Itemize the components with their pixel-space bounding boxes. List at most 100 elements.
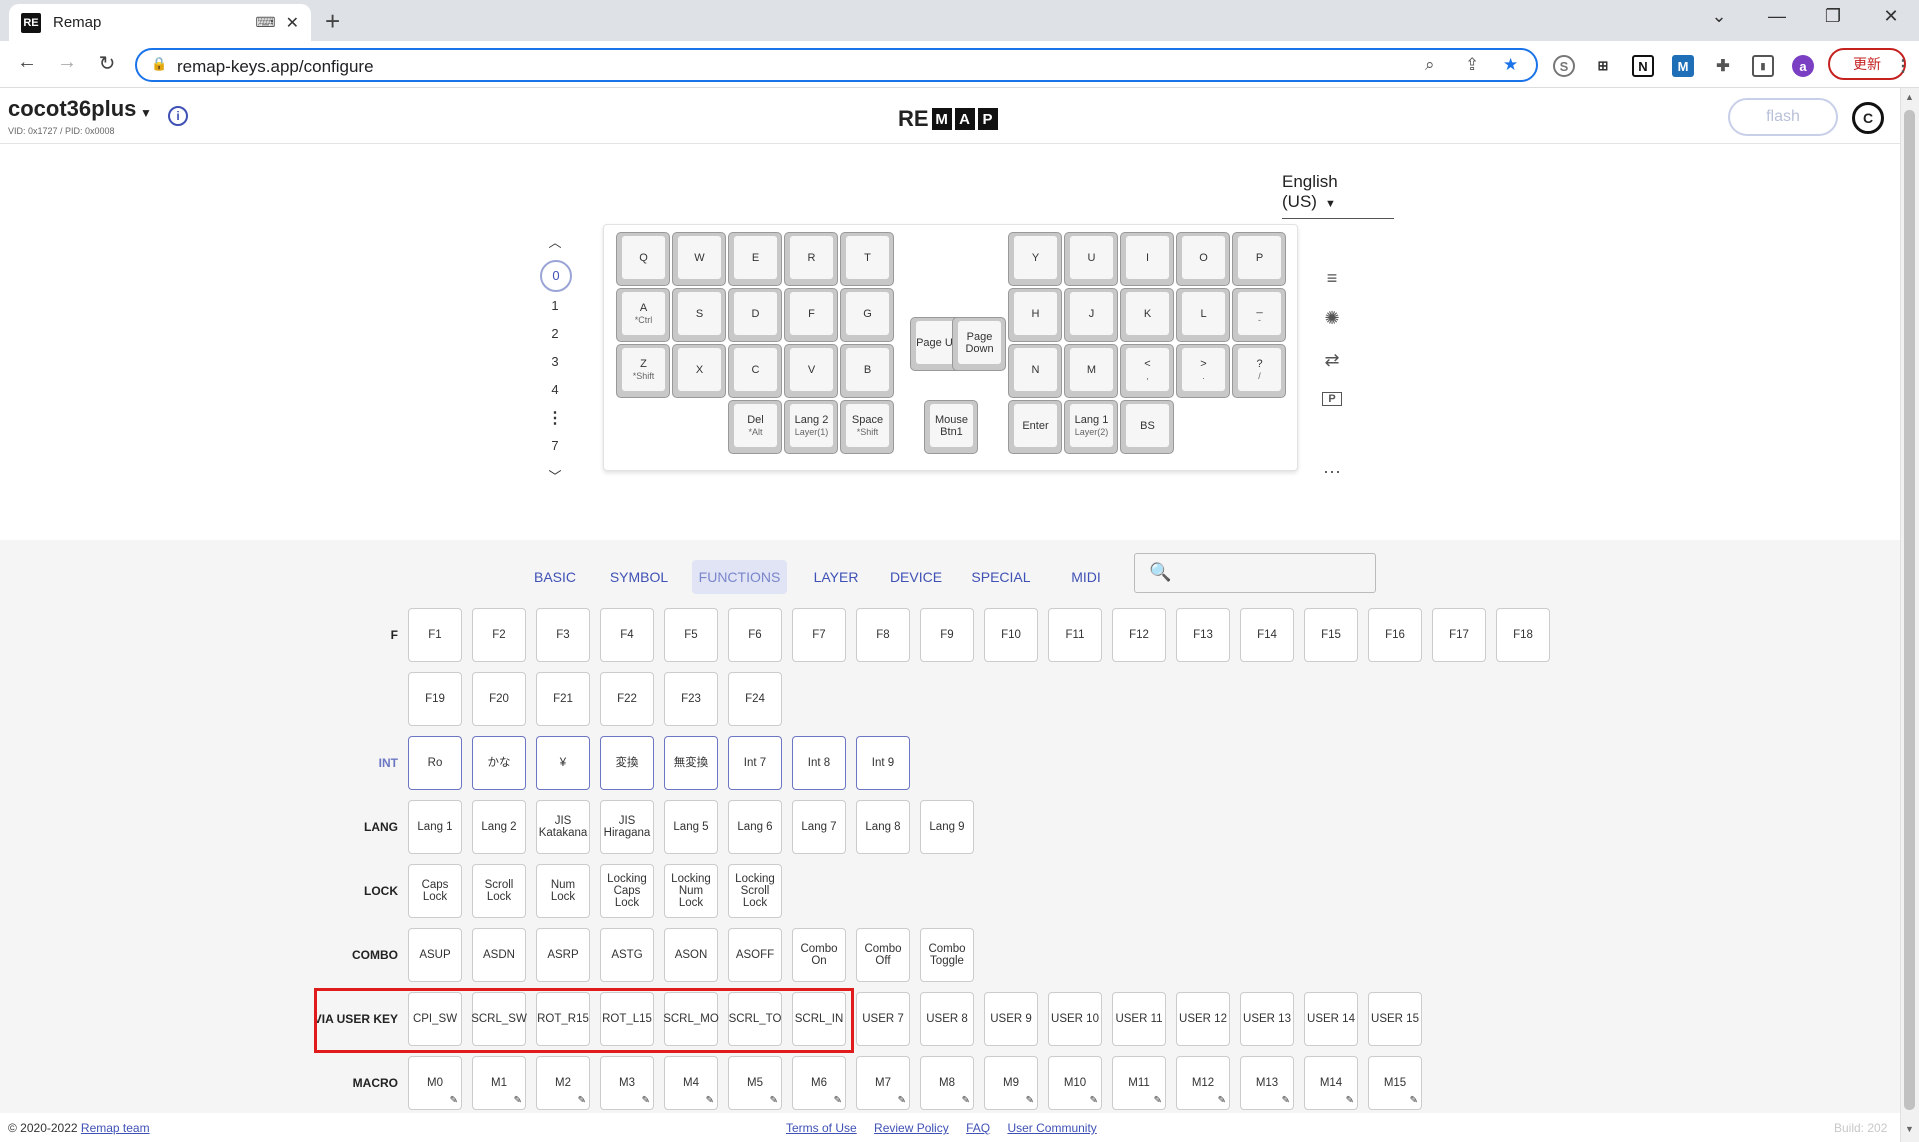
keymap-key[interactable]: T [840,232,894,286]
keycode-key[interactable]: ASOFF [728,928,782,982]
keycode-key[interactable]: M3 ✎ [600,1056,654,1110]
edit-pencil-icon[interactable]: ✎ [450,1095,458,1107]
keycode-key[interactable]: M12 ✎ [1176,1056,1230,1110]
keycode-key[interactable]: Lang 5 [664,800,718,854]
keymap-key[interactable]: P [1232,232,1286,286]
keycode-key[interactable]: USER 12 [1176,992,1230,1046]
keycode-key[interactable]: M1 ✎ [472,1056,526,1110]
edit-pencil-icon[interactable]: ✎ [770,1095,778,1107]
edit-pencil-icon[interactable]: ✎ [1410,1095,1418,1107]
close-window-icon[interactable]: ✕ [1876,6,1906,27]
keycode-key[interactable]: Int 7 [728,736,782,790]
keycode-key[interactable]: F15 [1304,608,1358,662]
keymap-key[interactable]: Lang 1 Layer(2) [1064,400,1118,454]
keymap-key[interactable]: F [784,288,838,342]
key-search-input[interactable]: 🔍 [1134,553,1376,593]
page-scrollbar[interactable]: ▲ ▼ [1900,88,1919,1142]
tab-close-icon[interactable]: ✕ [286,13,299,33]
keycode-key[interactable]: M6 ✎ [792,1056,846,1110]
keyboard-name[interactable]: cocot36plus [8,96,136,122]
keymap-key[interactable]: G [840,288,894,342]
keymap-key[interactable]: J [1064,288,1118,342]
keycode-key[interactable]: F1 [408,608,462,662]
keycode-key[interactable]: USER 7 [856,992,910,1046]
keymap-key[interactable]: ? / [1232,344,1286,398]
layer-tab[interactable]: 3 [540,354,570,369]
flash-button[interactable]: flash [1728,98,1838,136]
keycode-key[interactable]: F16 [1368,608,1422,662]
edit-pencil-icon[interactable]: ✎ [1090,1095,1098,1107]
keycode-key[interactable]: ¥ [536,736,590,790]
tab-symbol[interactable]: SYMBOL [604,560,674,594]
keymap-key[interactable]: S [672,288,726,342]
info-icon[interactable]: i [168,106,188,126]
scroll-down-icon[interactable]: ▼ [1905,1124,1914,1134]
keycode-key[interactable]: M14 ✎ [1304,1056,1358,1110]
keycode-key[interactable]: 無変換 [664,736,718,790]
layer-more-icon[interactable]: ⋮ [540,408,570,428]
faq-link[interactable]: FAQ [966,1121,990,1135]
scroll-up-icon[interactable]: ▲ [1905,92,1914,102]
keymap-key[interactable]: Lang 2 Layer(1) [784,400,838,454]
keymap-key[interactable]: Z *Shift [616,344,670,398]
edit-pencil-icon[interactable]: ✎ [962,1095,970,1107]
keycode-key[interactable]: Int 8 [792,736,846,790]
keycode-key[interactable]: F8 [856,608,910,662]
tab-layer[interactable]: LAYER [808,560,864,594]
keycode-key[interactable]: ASRP [536,928,590,982]
keycode-key[interactable]: Ro [408,736,462,790]
keycode-key[interactable]: ASUP [408,928,462,982]
keycode-key[interactable]: かな [472,736,526,790]
keymap-key[interactable]: W [672,232,726,286]
restore-icon[interactable]: ❐ [1818,6,1848,27]
layer-tab[interactable]: 2 [540,326,570,341]
keymap-key[interactable]: _ - [1232,288,1286,342]
keycode-key[interactable]: Locking Scroll Lock [728,864,782,918]
layer-tab[interactable]: 7 [540,438,570,453]
keycode-key[interactable]: F11 [1048,608,1102,662]
edit-pencil-icon[interactable]: ✎ [898,1095,906,1107]
keycode-key[interactable]: USER 11 [1112,992,1166,1046]
keymap-key[interactable]: K [1120,288,1174,342]
keymap-key[interactable]: C [728,344,782,398]
keymap-key[interactable]: B [840,344,894,398]
keymap-key[interactable]: BS [1120,400,1174,454]
keycode-key[interactable]: M10 ✎ [1048,1056,1102,1110]
keycode-key[interactable]: Combo On [792,928,846,982]
keymap-key[interactable]: H [1008,288,1062,342]
user-community-link[interactable]: User Community [1007,1121,1096,1135]
keycode-key[interactable]: F9 [920,608,974,662]
keycode-key[interactable]: F12 [1112,608,1166,662]
keycode-key[interactable]: M7 ✎ [856,1056,910,1110]
keycode-key[interactable]: USER 15 [1368,992,1422,1046]
user-menu-icon[interactable]: C [1852,102,1884,134]
keycode-key[interactable]: Lang 6 [728,800,782,854]
keycode-key[interactable]: F23 [664,672,718,726]
keycode-key[interactable]: Num Lock [536,864,590,918]
keymap-key[interactable]: <, [1120,344,1174,398]
m-extension-icon[interactable]: M [1672,55,1694,77]
tab-search-icon[interactable]: ⌄ [1704,6,1734,27]
review-policy-link[interactable]: Review Policy [874,1121,949,1135]
keymap-key[interactable]: U [1064,232,1118,286]
keymap-key[interactable]: Q [616,232,670,286]
browser-tab[interactable]: RE Remap ⌨ ✕ [9,4,311,41]
keycode-key[interactable]: Lang 9 [920,800,974,854]
side-panel-icon[interactable]: ▮ [1752,55,1774,77]
tab-midi[interactable]: MIDI [1066,560,1106,594]
keycode-key[interactable]: ASON [664,928,718,982]
keycode-key[interactable]: M8 ✎ [920,1056,974,1110]
keycode-key[interactable]: USER 13 [1240,992,1294,1046]
keycode-key[interactable]: M9 ✎ [984,1056,1038,1110]
keycode-key[interactable]: F17 [1432,608,1486,662]
keycode-key[interactable]: Combo Off [856,928,910,982]
keycode-key[interactable]: F22 [600,672,654,726]
layer-tab[interactable]: 1 [540,298,570,313]
layer-up-icon[interactable]: ︿ [540,232,570,251]
keycode-key[interactable]: F10 [984,608,1038,662]
keymap-key[interactable]: O [1176,232,1230,286]
keycode-key[interactable]: Caps Lock [408,864,462,918]
edit-pencil-icon[interactable]: ✎ [1026,1095,1034,1107]
keymap-key[interactable]: A *Ctrl [616,288,670,342]
menu-lines-icon[interactable]: ≡ [1320,268,1344,289]
